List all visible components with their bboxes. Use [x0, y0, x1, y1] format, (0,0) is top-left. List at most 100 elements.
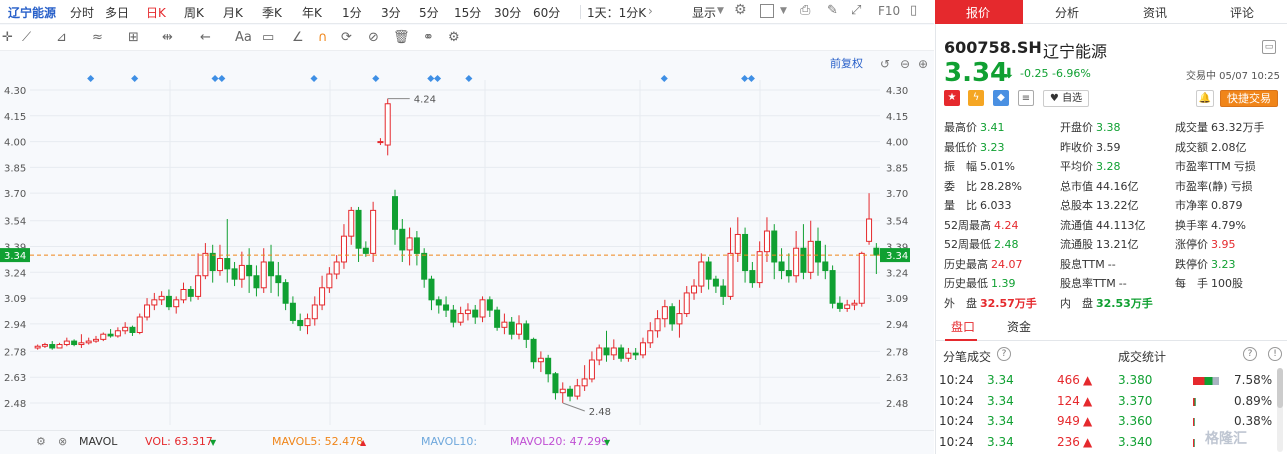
help-icon[interactable]: ?	[997, 347, 1011, 361]
tab-fenshi[interactable]: 分时	[70, 4, 94, 21]
mavol-title: MAVOL	[79, 435, 118, 448]
stat-item: 振 幅 5.01%	[944, 160, 1015, 174]
settings-icon[interactable]: ⚙	[448, 30, 460, 46]
arrow-left-icon[interactable]: ←	[200, 30, 211, 46]
stat-item: 昨收价 3.59	[1060, 141, 1121, 155]
measure-icon[interactable]: ⊞	[128, 30, 139, 46]
wave-icon[interactable]: ≈	[92, 30, 103, 46]
dist-bar	[1193, 397, 1197, 406]
tab-news[interactable]: 资讯	[1143, 4, 1167, 21]
tab-quarterly-k[interactable]: 季K	[262, 4, 282, 21]
tab-60min[interactable]: 60分	[533, 4, 560, 21]
chevron-down-icon[interactable]: ▼	[780, 6, 787, 16]
tab-duori[interactable]: 多日	[105, 4, 129, 21]
candle-body	[421, 252, 428, 280]
stat-label: 历史最高	[944, 257, 988, 271]
layout-icon[interactable]: ▯	[910, 3, 917, 18]
camera-icon[interactable]: ⎙	[800, 3, 810, 18]
reset-icon[interactable]: ↺	[880, 57, 890, 71]
link-icon[interactable]: ⚭	[423, 30, 434, 46]
tab-15min[interactable]: 15分	[454, 4, 481, 21]
add-watchlist-button[interactable]: ♥ 自选	[1043, 90, 1089, 107]
candle-body	[399, 228, 406, 251]
stat-value: 44.16亿	[1096, 179, 1139, 193]
tab-3min[interactable]: 3分	[381, 4, 401, 21]
channel-icon[interactable]: ⊿	[56, 30, 67, 46]
checkbox-icon[interactable]	[760, 4, 774, 18]
stock-name-label[interactable]: 辽宁能源	[8, 4, 56, 21]
scrollbar-thumb[interactable]	[1277, 368, 1283, 408]
tab-yearly-k[interactable]: 年K	[302, 4, 322, 21]
stat-label: 市盈率(静)	[1175, 179, 1228, 193]
stat-value: 3.59	[1096, 140, 1121, 154]
ruler-icon[interactable]: ∠	[292, 30, 304, 46]
change-pct: -6.96%	[1051, 67, 1091, 80]
settings-icon[interactable]: ⚙	[36, 435, 46, 448]
lightning-icon[interactable]: ϟ	[968, 90, 984, 106]
mavol5-value: MAVOL5: 52.478	[272, 435, 364, 448]
candle-body	[413, 237, 420, 254]
tab-funds[interactable]: 资金	[1007, 318, 1031, 335]
zoom-out-icon[interactable]: ⊖	[900, 57, 910, 71]
tab-1min[interactable]: 1分	[342, 4, 362, 21]
doc-icon[interactable]: ≡	[1018, 90, 1034, 106]
tag-icon[interactable]: ◆	[993, 90, 1009, 106]
trend-line-icon[interactable]: ⟋	[22, 30, 31, 46]
candle-body	[34, 345, 41, 349]
quick-trade-button[interactable]: 快捷交易	[1220, 90, 1278, 107]
display-menu[interactable]: 显示	[692, 4, 716, 21]
edit-icon[interactable]: ✎	[827, 3, 838, 18]
chart-panel: 辽宁能源 分时 多日 日K 周K 月K 季K 年K 1分 3分 5分 15分 3…	[0, 0, 934, 454]
candle-body	[180, 288, 187, 301]
hide-icon[interactable]: ⊘	[368, 30, 379, 46]
tab-5min[interactable]: 5分	[419, 4, 439, 21]
expand-icon[interactable]: ▭	[1262, 40, 1276, 54]
candle-body	[785, 270, 792, 277]
tab-quote[interactable]: 报价	[966, 4, 990, 21]
cursor-icon[interactable]: ✛	[2, 30, 13, 46]
refresh-icon[interactable]: ⟳	[341, 30, 352, 46]
text-tool[interactable]: Aa	[235, 30, 252, 46]
kline-chart[interactable]: 4.30 4.30 4.15 4.15 4.00 4.00 3.85 3.85 3.70 3.70…	[0, 52, 934, 432]
comment-icon[interactable]: ▭	[262, 30, 274, 46]
tab-analysis[interactable]: 分析	[1055, 4, 1079, 21]
gear-icon[interactable]: ⚙	[734, 2, 747, 18]
china-flag-icon: ★	[944, 90, 960, 106]
zoom-in-icon[interactable]: ⊕	[918, 57, 928, 71]
candle-body	[479, 299, 486, 318]
candle-body	[392, 196, 399, 230]
interval-select[interactable]: 1天：1分K	[587, 4, 646, 21]
help-icon[interactable]: ?	[1243, 347, 1257, 361]
up-arrow-icon: ▲	[360, 438, 367, 447]
stat-label: 成交额	[1175, 140, 1208, 154]
candle-body	[297, 319, 304, 327]
candle-body	[122, 326, 129, 332]
info-icon[interactable]: !	[1268, 347, 1282, 361]
close-icon[interactable]: ⊗	[58, 435, 67, 448]
trade-time: 10:24	[939, 434, 974, 449]
tab-pankou[interactable]: 盘口	[951, 318, 975, 335]
candle-body	[596, 347, 603, 361]
trash-icon[interactable]: 🗑	[393, 30, 410, 46]
f10-button[interactable]: F10	[878, 4, 900, 18]
fullscreen-icon[interactable]: ⤢	[851, 3, 861, 18]
tab-monthly-k[interactable]: 月K	[223, 4, 243, 21]
candle-body	[530, 338, 537, 363]
trade-price: 3.34	[987, 434, 1014, 449]
range-icon[interactable]: ⇹	[162, 30, 173, 46]
tab-daily-k[interactable]: 日K	[146, 4, 166, 21]
stock-name: 辽宁能源	[1043, 42, 1108, 61]
fq-select[interactable]: 前复权	[830, 56, 863, 70]
stat-item: 流通股 13.21亿	[1060, 238, 1139, 252]
chevron-down-icon[interactable]: ›	[648, 4, 653, 18]
candle-body	[603, 347, 610, 356]
tab-30min[interactable]: 30分	[494, 4, 521, 21]
bell-icon[interactable]: 🔔	[1196, 90, 1214, 107]
tab-comments[interactable]: 评论	[1230, 4, 1254, 21]
chevron-down-icon[interactable]: ▼	[717, 6, 724, 16]
price-axis-left-label: 3.70	[4, 189, 26, 200]
tab-weekly-k[interactable]: 周K	[184, 4, 204, 21]
trade-price: 3.34	[987, 373, 1014, 387]
stat-value: 3.95	[1211, 238, 1236, 251]
magnet-icon[interactable]: ∩	[318, 30, 328, 46]
